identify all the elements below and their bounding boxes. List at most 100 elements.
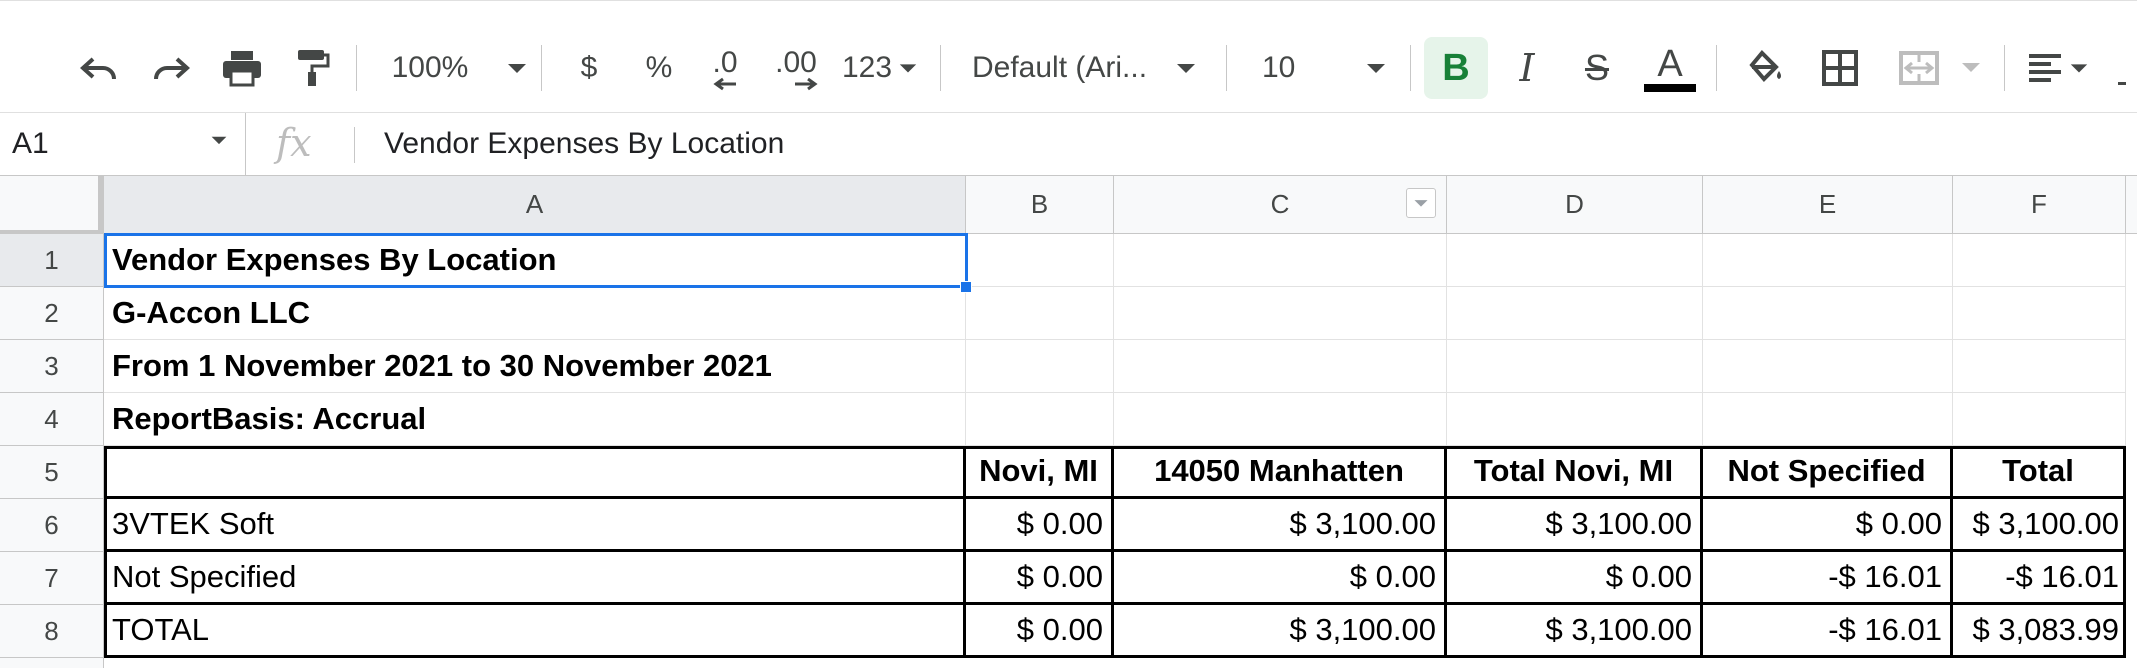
toolbar-separator — [1226, 45, 1227, 91]
cell-e4[interactable] — [1703, 393, 1953, 446]
redo-icon[interactable] — [146, 47, 196, 89]
cell-b8[interactable]: $ 0.00 — [966, 605, 1114, 658]
cell-f7[interactable]: -$ 16.01 — [1953, 552, 2126, 605]
row-header-2[interactable]: 2 — [0, 287, 104, 340]
cell-f1[interactable] — [1953, 234, 2126, 287]
more-formats-button[interactable]: 123 — [838, 45, 922, 91]
filter-dropdown-icon[interactable] — [1406, 188, 1436, 218]
cell-e2[interactable] — [1703, 287, 1953, 340]
cell-b1[interactable] — [966, 234, 1114, 287]
column-header-f[interactable]: F — [1953, 176, 2126, 234]
cell-reference: A1 — [12, 127, 49, 160]
fill-color-icon[interactable] — [1740, 45, 1788, 91]
cell-d5[interactable]: Total Novi, MI — [1447, 446, 1703, 499]
cell-a7[interactable]: Not Specified — [104, 552, 966, 605]
name-box[interactable]: A1 — [0, 113, 246, 175]
column-header-g[interactable] — [2126, 176, 2137, 234]
cell-c2[interactable] — [1114, 287, 1447, 340]
chevron-down-icon — [1367, 64, 1386, 73]
strikethrough-button[interactable]: S — [1572, 45, 1622, 91]
percent-format-button[interactable]: % — [638, 45, 680, 91]
cell-e7[interactable]: -$ 16.01 — [1703, 552, 1953, 605]
cell-f5[interactable]: Total — [1953, 446, 2126, 499]
toolbar-separator — [541, 45, 542, 91]
cell-c6[interactable]: $ 3,100.00 — [1114, 499, 1447, 552]
undo-icon[interactable] — [74, 47, 124, 89]
cell-e8[interactable]: -$ 16.01 — [1703, 605, 1953, 658]
horizontal-align-button[interactable] — [2026, 45, 2090, 91]
cell-d1[interactable] — [1447, 234, 1703, 287]
cell-e5[interactable]: Not Specified — [1703, 446, 1953, 499]
fill-handle[interactable] — [960, 281, 972, 293]
cell-a3[interactable]: From 1 November 2021 to 30 November 2021 — [104, 340, 966, 393]
cell-d8[interactable]: $ 3,100.00 — [1447, 605, 1703, 658]
cell-f3[interactable] — [1953, 340, 2126, 393]
text-color-icon: A — [1657, 43, 1683, 85]
increase-decimal-button[interactable]: .00 — [768, 45, 824, 95]
cell-b2[interactable] — [966, 287, 1114, 340]
formula-input[interactable]: Vendor Expenses By Location — [384, 127, 784, 161]
cell-a5[interactable] — [104, 446, 966, 499]
cell-e1[interactable] — [1703, 234, 1953, 287]
row-header-9[interactable] — [0, 658, 104, 668]
align-left-icon — [2029, 54, 2061, 82]
cell-d4[interactable] — [1447, 393, 1703, 446]
cell-a6[interactable]: 3VTEK Soft — [104, 499, 966, 552]
cell-c3[interactable] — [1114, 340, 1447, 393]
cell-b3[interactable] — [966, 340, 1114, 393]
more-toolbar-icon[interactable] — [2118, 57, 2137, 87]
column-header-c[interactable]: C — [1114, 176, 1447, 234]
chevron-down-icon — [211, 136, 227, 145]
chevron-down-icon[interactable] — [1960, 57, 1982, 77]
borders-icon[interactable] — [1816, 45, 1864, 91]
text-color-button[interactable]: A — [1642, 37, 1698, 99]
cell-b5[interactable]: Novi, MI — [966, 446, 1114, 499]
cell-d6[interactable]: $ 3,100.00 — [1447, 499, 1703, 552]
bold-button[interactable]: B — [1424, 37, 1488, 99]
column-header-b[interactable]: B — [966, 176, 1114, 234]
cell-a4[interactable]: ReportBasis: Accrual — [104, 393, 966, 446]
cell-f6[interactable]: $ 3,100.00 — [1953, 499, 2126, 552]
print-icon[interactable] — [218, 45, 266, 91]
font-size-select[interactable]: 10 — [1262, 45, 1392, 91]
cell-e3[interactable] — [1703, 340, 1953, 393]
row-header-1[interactable]: 1 — [0, 234, 104, 287]
row-header-5[interactable]: 5 — [0, 446, 104, 499]
cell-c1[interactable] — [1114, 234, 1447, 287]
column-header-a[interactable]: A — [104, 176, 966, 234]
row-header-7[interactable]: 7 — [0, 552, 104, 605]
paint-format-icon[interactable] — [290, 45, 334, 91]
zoom-select[interactable]: 100% — [390, 45, 530, 91]
row-header-6[interactable]: 6 — [0, 499, 104, 552]
chevron-down-icon — [899, 64, 917, 73]
cell-c5[interactable]: 14050 Manhatten — [1114, 446, 1447, 499]
merge-cells-icon[interactable] — [1894, 45, 1944, 91]
currency-format-button[interactable]: $ — [568, 45, 610, 91]
column-header-d[interactable]: D — [1447, 176, 1703, 234]
cell-d7[interactable]: $ 0.00 — [1447, 552, 1703, 605]
cell-e6[interactable]: $ 0.00 — [1703, 499, 1953, 552]
cell-c4[interactable] — [1114, 393, 1447, 446]
row-header-4[interactable]: 4 — [0, 393, 104, 446]
cell-c7[interactable]: $ 0.00 — [1114, 552, 1447, 605]
cell-d2[interactable] — [1447, 287, 1703, 340]
row-header-8[interactable]: 8 — [0, 605, 104, 658]
cell-a8[interactable]: TOTAL — [104, 605, 966, 658]
cell-b4[interactable] — [966, 393, 1114, 446]
decrease-decimal-button[interactable]: .0 — [700, 45, 750, 95]
cell-c8[interactable]: $ 3,100.00 — [1114, 605, 1447, 658]
font-family-select[interactable]: Default (Ari... — [972, 45, 1212, 91]
select-all-corner[interactable] — [0, 176, 104, 234]
cell-f2[interactable] — [1953, 287, 2126, 340]
cell-b7[interactable]: $ 0.00 — [966, 552, 1114, 605]
cell-f4[interactable] — [1953, 393, 2126, 446]
column-header-e[interactable]: E — [1703, 176, 1953, 234]
formula-bar: A1 fx Vendor Expenses By Location — [0, 112, 2137, 176]
cell-d3[interactable] — [1447, 340, 1703, 393]
italic-button[interactable]: I — [1502, 45, 1552, 91]
row-header-3[interactable]: 3 — [0, 340, 104, 393]
cell-a2[interactable]: G-Accon LLC — [104, 287, 966, 340]
cell-a1[interactable]: Vendor Expenses By Location — [104, 234, 966, 287]
cell-b6[interactable]: $ 0.00 — [966, 499, 1114, 552]
cell-f8[interactable]: $ 3,083.99 — [1953, 605, 2126, 658]
